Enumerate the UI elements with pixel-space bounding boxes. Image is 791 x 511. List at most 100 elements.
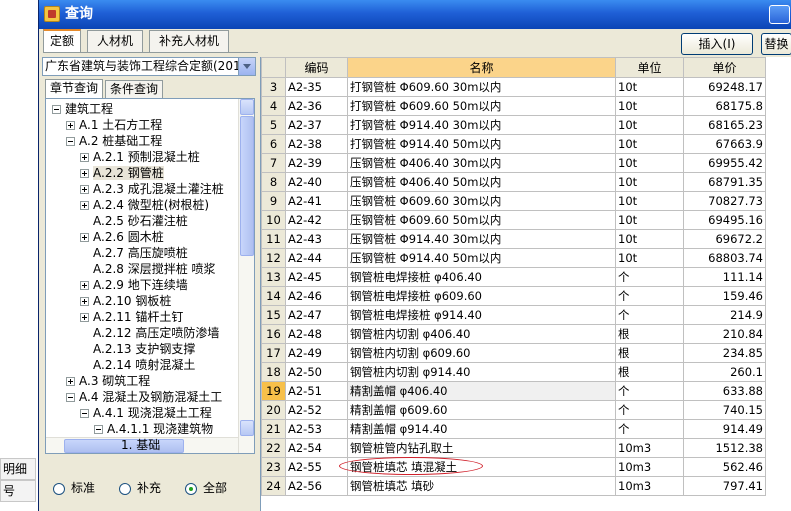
unit-cell[interactable]: 10t (615, 115, 684, 135)
unit-cell[interactable]: 10t (615, 229, 684, 249)
code-cell[interactable]: A2-45 (285, 267, 348, 287)
tree-item[interactable]: A.2.4 微型桩(树根桩) (80, 197, 209, 213)
code-cell[interactable]: A2-56 (285, 476, 348, 496)
expand-icon[interactable] (66, 121, 75, 130)
tree-item[interactable]: A.2.3 成孔混凝土灌注桩 (80, 181, 224, 197)
price-cell[interactable]: 68165.23 (683, 115, 766, 135)
row-index[interactable]: 21 (261, 419, 286, 439)
code-cell[interactable]: A2-38 (285, 134, 348, 154)
name-cell[interactable]: 精割盖帽 φ914.40 (347, 419, 616, 439)
tab-quota[interactable]: 定额 (43, 29, 81, 53)
table-row[interactable]: 17 A2-49 钢管桩内切割 φ609.60 根 234.85 (261, 343, 766, 363)
table-row[interactable]: 4 A2-36 打钢管桩 Φ609.60 50m以内 10t 68175.8 (261, 96, 766, 116)
unit-cell[interactable]: 个 (615, 381, 684, 401)
table-row[interactable]: 12 A2-44 压钢管桩 Φ914.40 50m以内 10t 68803.74 (261, 248, 766, 268)
title-bar[interactable]: 查询 (39, 0, 791, 29)
code-cell[interactable]: A2-51 (285, 381, 348, 401)
row-index[interactable]: 6 (261, 134, 286, 154)
name-cell[interactable]: 压钢管桩 Φ914.40 30m以内 (347, 229, 616, 249)
name-cell[interactable]: 精割盖帽 φ609.60 (347, 400, 616, 420)
table-row[interactable]: 18 A2-50 钢管桩内切割 φ914.40 根 260.1 (261, 362, 766, 382)
code-cell[interactable]: A2-43 (285, 229, 348, 249)
unit-cell[interactable]: 个 (615, 305, 684, 325)
table-row[interactable]: 24 A2-56 钢管桩填芯 填砂 10m3 797.41 (261, 476, 766, 496)
radio-all[interactable]: 全部 (185, 478, 227, 498)
tree-item[interactable]: A.2.6 圆木桩 (80, 229, 164, 245)
tab-condition-query[interactable]: 条件查询 (105, 80, 163, 98)
price-cell[interactable]: 1512.38 (683, 438, 766, 458)
tree-item[interactable]: A.2 桩基础工程 (66, 133, 162, 149)
collapse-icon[interactable] (66, 137, 75, 146)
code-cell[interactable]: A2-46 (285, 286, 348, 306)
table-row[interactable]: 15 A2-47 钢管桩电焊接桩 φ914.40 个 214.9 (261, 305, 766, 325)
unit-cell[interactable]: 个 (615, 267, 684, 287)
expand-icon[interactable] (80, 233, 89, 242)
price-cell[interactable]: 914.49 (683, 419, 766, 439)
row-index[interactable]: 20 (261, 400, 286, 420)
table-row[interactable]: 8 A2-40 压钢管桩 Φ406.40 50m以内 10t 68791.35 (261, 172, 766, 192)
name-cell[interactable]: 压钢管桩 Φ406.40 50m以内 (347, 172, 616, 192)
expand-icon[interactable] (80, 297, 89, 306)
expand-icon[interactable] (80, 313, 89, 322)
window-control-button[interactable] (769, 5, 790, 24)
row-index[interactable]: 8 (261, 172, 286, 192)
unit-cell[interactable]: 10t (615, 191, 684, 211)
row-index[interactable]: 11 (261, 229, 286, 249)
price-cell[interactable]: 67663.9 (683, 134, 766, 154)
price-cell[interactable]: 562.46 (683, 457, 766, 477)
tab-chapter-query[interactable]: 章节查询 (45, 79, 103, 99)
table-row[interactable]: 22 A2-54 钢管桩管内钻孔取土 10m3 1512.38 (261, 438, 766, 458)
collapse-icon[interactable] (66, 393, 75, 402)
unit-cell[interactable]: 根 (615, 324, 684, 344)
code-cell[interactable]: A2-47 (285, 305, 348, 325)
price-cell[interactable]: 69495.16 (683, 210, 766, 230)
tree-item[interactable]: A.2.12 高压定喷防渗墙 (80, 325, 219, 341)
unit-cell[interactable]: 个 (615, 286, 684, 306)
unit-cell[interactable]: 10t (615, 172, 684, 192)
unit-cell[interactable]: 10t (615, 248, 684, 268)
tree-item[interactable]: A.2.8 深层搅拌桩 喷浆 (80, 261, 216, 277)
table-row[interactable]: 5 A2-37 打钢管桩 Φ914.40 30m以内 10t 68165.23 (261, 115, 766, 135)
table-row[interactable]: 9 A2-41 压钢管桩 Φ609.60 30m以内 10t 70827.73 (261, 191, 766, 211)
row-index[interactable]: 24 (261, 476, 286, 496)
price-cell[interactable]: 210.84 (683, 324, 766, 344)
code-cell[interactable]: A2-48 (285, 324, 348, 344)
tree-item[interactable]: A.4 混凝土及钢筋混凝土工 (66, 389, 222, 405)
tree-item[interactable]: 1. 基础 (108, 437, 160, 453)
tree-item[interactable]: A.4.1 现浇混凝土工程 (80, 405, 212, 421)
name-cell[interactable]: 打钢管桩 Φ609.60 30m以内 (347, 77, 616, 97)
unit-cell[interactable]: 个 (615, 400, 684, 420)
tree-item[interactable]: A.4.1.1 现浇建筑物 (94, 421, 213, 437)
unit-cell[interactable]: 个 (615, 419, 684, 439)
tree-item[interactable]: A.2.14 喷射混凝土 (80, 357, 195, 373)
code-cell[interactable]: A2-49 (285, 343, 348, 363)
expand-icon[interactable] (66, 377, 75, 386)
column-header-index[interactable] (261, 57, 286, 78)
name-cell[interactable]: 打钢管桩 Φ914.40 50m以内 (347, 134, 616, 154)
row-index[interactable]: 3 (261, 77, 286, 97)
row-index[interactable]: 22 (261, 438, 286, 458)
code-cell[interactable]: A2-44 (285, 248, 348, 268)
price-cell[interactable]: 69955.42 (683, 153, 766, 173)
radio-supplement[interactable]: 补充 (119, 478, 161, 498)
replace-button[interactable]: 替换 (761, 33, 791, 55)
name-cell[interactable]: 钢管桩电焊接桩 φ914.40 (347, 305, 616, 325)
price-cell[interactable]: 70827.73 (683, 191, 766, 211)
tree-item[interactable]: A.3 砌筑工程 (66, 373, 150, 389)
price-cell[interactable]: 111.14 (683, 267, 766, 287)
name-cell[interactable]: 压钢管桩 Φ406.40 30m以内 (347, 153, 616, 173)
row-index[interactable]: 14 (261, 286, 286, 306)
table-row[interactable]: 21 A2-53 精割盖帽 φ914.40 个 914.49 (261, 419, 766, 439)
unit-cell[interactable]: 根 (615, 343, 684, 363)
column-header-name[interactable]: 名称 (347, 57, 616, 78)
table-row[interactable]: 16 A2-48 钢管桩内切割 φ406.40 根 210.84 (261, 324, 766, 344)
collapse-icon[interactable] (80, 409, 89, 418)
scroll-thumb[interactable] (240, 116, 254, 256)
code-cell[interactable]: A2-40 (285, 172, 348, 192)
price-cell[interactable]: 68175.8 (683, 96, 766, 116)
column-header-price[interactable]: 单价 (683, 57, 766, 78)
chapter-tree[interactable]: 建筑工程 A.1 土石方工程 A.2 桩基础工程 A.2.1 预制混凝土桩 A.2.2 … (45, 98, 255, 454)
row-index[interactable]: 4 (261, 96, 286, 116)
code-cell[interactable]: A2-37 (285, 115, 348, 135)
code-cell[interactable]: A2-53 (285, 419, 348, 439)
